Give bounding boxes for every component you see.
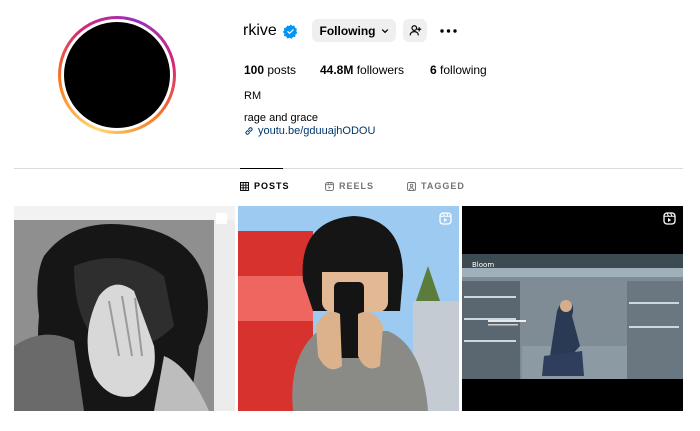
posts-stat: 100 posts: [244, 63, 320, 77]
post-image: [462, 206, 683, 411]
full-name: RM: [244, 90, 262, 102]
post-thumbnail[interactable]: Bloom: [462, 206, 683, 411]
add-person-icon: [409, 25, 421, 36]
followers-count: 44.8M: [320, 63, 354, 77]
tab-reels-label: REELS: [339, 181, 375, 191]
chevron-down-icon: [381, 28, 388, 33]
username-row: rkive: [243, 19, 298, 43]
post-thumbnail[interactable]: [238, 206, 459, 411]
reel-icon: [663, 212, 676, 225]
following-button-label: Following: [319, 23, 376, 38]
posts-count: 100: [244, 63, 265, 77]
tab-posts[interactable]: POSTS: [240, 181, 290, 191]
tab-posts-label: POSTS: [254, 181, 290, 191]
tabs-divider: [14, 168, 683, 169]
tab-tagged[interactable]: TAGGED: [407, 181, 465, 191]
reel-icon: [439, 212, 452, 225]
post-image: [238, 206, 459, 411]
posts-label: posts: [267, 63, 297, 77]
tagged-icon: [407, 181, 416, 191]
followers-label: followers: [356, 63, 405, 77]
following-count: 6: [430, 63, 437, 77]
suggested-accounts-button[interactable]: [403, 19, 427, 42]
avatar[interactable]: [64, 22, 170, 128]
more-options-button[interactable]: [437, 19, 459, 42]
story-ring[interactable]: [58, 16, 176, 134]
bio-link[interactable]: youtu.be/gduuajhODOU: [244, 125, 375, 137]
tab-tagged-label: TAGGED: [421, 181, 465, 191]
username: rkive: [243, 22, 277, 39]
carousel-icon: [216, 213, 227, 224]
following-stat[interactable]: 6 following: [430, 63, 487, 77]
grid-icon: [240, 181, 249, 191]
post-image: [14, 206, 235, 411]
video-overlay-title: Bloom: [472, 261, 495, 269]
following-label: following: [440, 63, 487, 77]
more-dots-icon: [439, 28, 457, 33]
link-icon: [245, 127, 253, 135]
profile-stats: 100 posts 44.8M followers 6 following: [244, 63, 487, 77]
following-button[interactable]: Following: [312, 19, 396, 42]
post-thumbnail[interactable]: [14, 206, 235, 411]
bio-link-text: youtu.be/gduuajhODOU: [258, 125, 376, 137]
verified-badge-icon: [282, 23, 298, 39]
tab-reels[interactable]: REELS: [325, 181, 374, 191]
active-tab-indicator: [240, 168, 283, 169]
reels-icon: [325, 181, 334, 191]
followers-stat[interactable]: 44.8M followers: [320, 63, 430, 77]
bio-text: rage and grace: [244, 112, 318, 124]
